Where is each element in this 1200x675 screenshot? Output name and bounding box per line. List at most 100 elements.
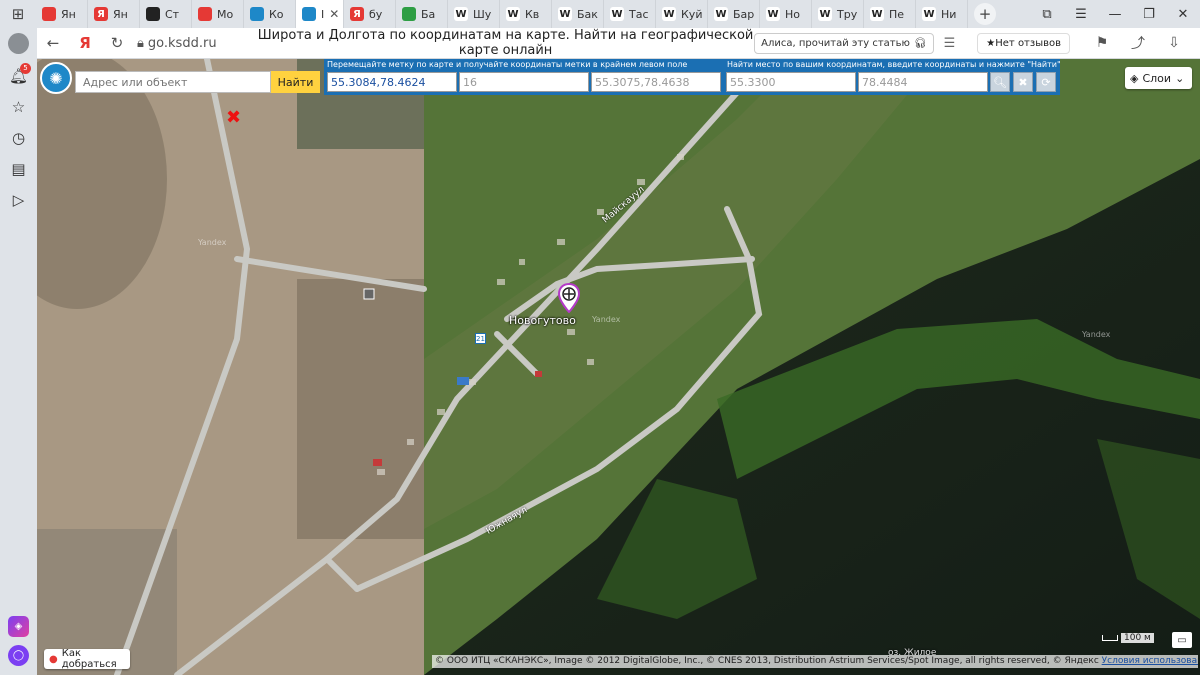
tab-bar: ⊞ Ян Я Ян Ст Мо Ко I ✕ Ябу Ба W Шу W Кв W Бак W Тас W Куй W Б… [0,0,1200,28]
find-coords-button[interactable]: 🔍︎ [990,72,1010,92]
tab-label: Бак [577,7,598,21]
marker-cross-icon: ✖ [226,107,242,128]
site-logo-icon[interactable]: ✺ [40,62,72,94]
route-button[interactable]: ● Как добраться [44,648,130,670]
tab-7[interactable]: Ба [396,0,448,28]
tab-3[interactable]: Мо [192,0,244,28]
mail-icon [198,7,212,21]
yandex-icon: Я [350,7,364,21]
zoom-field[interactable] [459,72,589,92]
wikipedia-icon: W [454,7,468,21]
tab-16[interactable]: W Пе [864,0,916,28]
alisa-icon[interactable]: ◯ [8,645,29,666]
wikipedia-icon: W [714,7,728,21]
tab-2[interactable]: Ст [140,0,192,28]
bookmark-icon [42,7,56,21]
close-tab-icon[interactable]: ✕ [329,7,339,21]
terms-link[interactable]: Условия использования [1102,656,1198,666]
wikipedia-icon: W [506,7,520,21]
bookmark-icon[interactable]: ⚑ [1084,35,1120,51]
window-controls: ⧉ ☰ — ❐ ✕ [1030,0,1200,28]
marker-coord-field[interactable] [327,72,457,92]
tab-13[interactable]: W Бар [708,0,760,28]
tab-5[interactable]: I ✕ [296,0,344,28]
tab-1[interactable]: Я Ян [88,0,140,28]
tab-label: Пе [889,7,905,21]
restore-button[interactable]: ❐ [1132,7,1166,22]
messenger-icon[interactable]: ◈ [8,616,29,637]
tab-10[interactable]: W Бак [552,0,604,28]
star-icon[interactable]: ☆ [8,96,29,117]
latitude-field[interactable] [726,72,856,92]
tab-15[interactable]: W Тру [812,0,864,28]
apps-grid-icon[interactable]: ⊞ [0,0,36,28]
notes-icon[interactable]: ▤ [8,158,29,179]
map-copyright: © ООО ИТЦ «СКАНЭКС», Image © 2012 Digita… [432,655,1198,668]
refresh-coords-button[interactable]: ⟳ [1036,72,1056,92]
wikipedia-icon: W [766,7,780,21]
longitude-field[interactable] [858,72,988,92]
map-watermark: Yandex [1082,330,1111,339]
address-bar: ← Я ↻ 🔒︎ go.ksdd.ru Широта и Долгота по … [37,28,1200,59]
tab-label: Мо [217,7,234,21]
share-icon[interactable]: ⤴ [1120,33,1156,53]
satellite-map[interactable] [37,59,1200,675]
minimize-button[interactable]: — [1098,7,1132,22]
tab-11[interactable]: W Тас [604,0,656,28]
download-icon[interactable]: ⇩ [1156,35,1192,51]
collections-icon[interactable]: ⧉ [1030,7,1064,22]
tab-label: Куй [681,7,703,21]
tab-label: Бар [733,7,755,21]
tab-14[interactable]: W Но [760,0,812,28]
plus-square-icon [146,7,160,21]
clear-coords-button[interactable]: ✖ [1013,72,1033,92]
corner-coord-field[interactable] [591,72,721,92]
tab-4[interactable]: Ко [244,0,296,28]
panel-caption: Найти место по вашим координатам, введит… [727,60,1061,69]
reader-icon[interactable]: ☰ [944,36,956,51]
tab-label: Тру [837,7,858,21]
close-window-button[interactable]: ✕ [1166,7,1200,22]
tab-list: Ян Я Ян Ст Мо Ко I ✕ Ябу Ба W Шу W Кв W Бак W Тас W Куй W Бар… [36,0,968,28]
tab-12[interactable]: W Куй [656,0,708,28]
notification-badge: 5 [20,63,31,74]
layers-button[interactable]: ◈ Слои ⌄ [1125,67,1192,89]
ruler-icon[interactable]: ▭ [1172,632,1192,648]
scale-label: 100 м [1121,633,1154,643]
search-button[interactable]: Найти [271,71,320,93]
lock-icon: 🔒︎ [137,35,144,51]
town-label: Новогутово [509,314,576,327]
back-arrow-icon[interactable]: ← [37,34,69,52]
avatar[interactable] [8,33,29,54]
route-label: Как добраться [61,648,117,670]
play-icon[interactable]: ▷ [8,189,29,210]
new-tab-button[interactable]: + [974,3,996,25]
tab-0[interactable]: Ян [36,0,88,28]
tab-9[interactable]: W Кв [500,0,552,28]
tab-label: Ян [61,7,76,21]
reload-icon[interactable]: ↻ [101,34,133,52]
tab-label: I [321,7,325,21]
alisa-read-button[interactable]: Алиса, прочитай эту статью 🎧︎ [754,32,934,54]
yandex-icon[interactable]: Я [69,34,101,52]
tab-label: Тас [629,7,649,21]
reviews-button[interactable]: ★Нет отзывов [977,32,1070,54]
chevron-down-icon: ⌄ [1175,71,1185,85]
bell-icon[interactable]: 🔔︎ 5 [8,63,31,86]
tab-8[interactable]: W Шу [448,0,500,28]
menu-icon[interactable]: ☰ [1064,7,1098,22]
map-watermark: Yandex [592,315,621,324]
tab-6[interactable]: Ябу [344,0,396,28]
tab-label: Ян [113,7,128,21]
yandex-icon: Я [94,7,108,21]
tab-label: Ко [269,7,284,21]
coordinate-panel-search: Найти место по вашим координатам, введит… [724,59,1061,95]
url-field[interactable]: 🔒︎ go.ksdd.ru [137,36,257,51]
map-pin-icon[interactable] [558,283,580,313]
address-search-input[interactable] [75,71,271,93]
url-text: go.ksdd.ru [147,35,217,51]
map-imagery [37,59,1200,675]
layers-icon: ◈ [1130,71,1139,85]
history-icon[interactable]: ◷ [8,127,29,148]
tab-17[interactable]: W Ни [916,0,968,28]
